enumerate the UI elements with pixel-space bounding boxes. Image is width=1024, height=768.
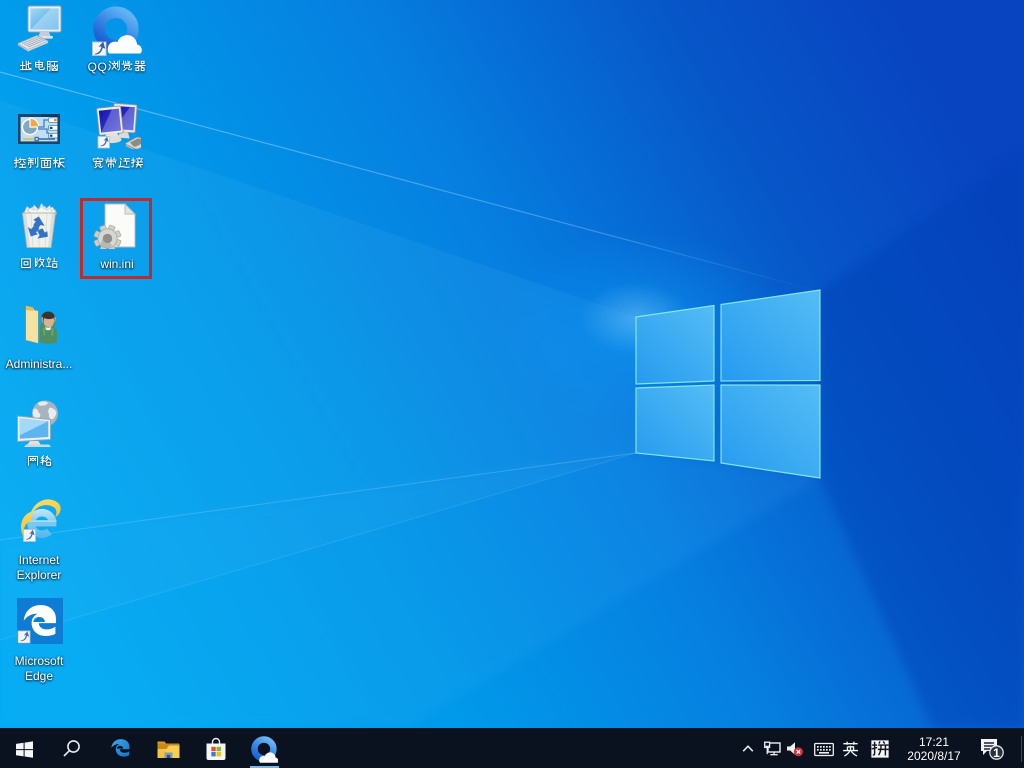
svg-text:1: 1 (993, 746, 1000, 760)
